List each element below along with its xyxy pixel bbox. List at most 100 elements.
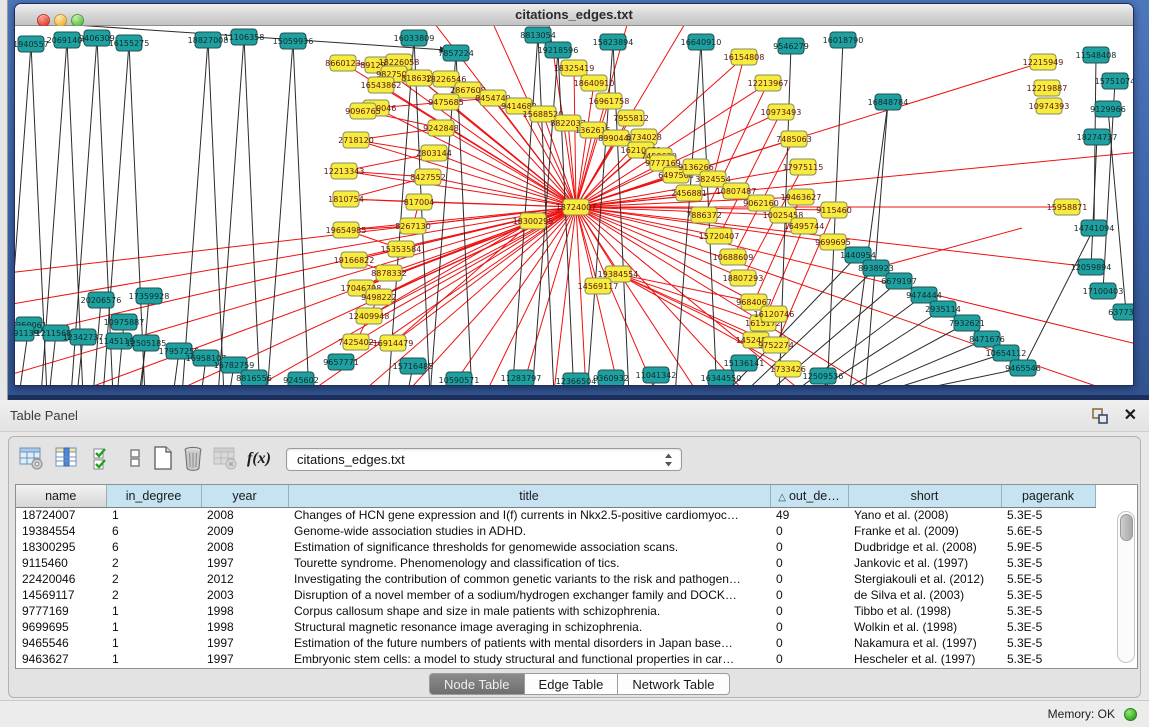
table-row[interactable]: 946362711997Embryonic stem cells: a mode… bbox=[16, 651, 1095, 667]
table-vertical-scrollbar[interactable] bbox=[1117, 511, 1135, 663]
table-cell[interactable]: 49 bbox=[770, 507, 848, 523]
table-cell[interactable]: Structural magnetic resonance image aver… bbox=[288, 619, 770, 635]
table-cell[interactable]: 6 bbox=[106, 539, 201, 555]
network-node[interactable]: 9129966 bbox=[1090, 101, 1126, 117]
table-cell[interactable]: Dudbridge et al. (2008) bbox=[848, 539, 1001, 555]
table-cell[interactable]: 0 bbox=[770, 523, 848, 539]
network-edge[interactable] bbox=[876, 228, 1022, 268]
clear-column-selection-button[interactable] bbox=[121, 445, 149, 473]
network-edge[interactable] bbox=[15, 207, 576, 290]
table-cell[interactable]: 1998 bbox=[201, 603, 288, 619]
network-node[interactable]: 10973493 bbox=[761, 104, 802, 120]
table-cell[interactable]: Wolkin et al. (1998) bbox=[848, 619, 1001, 635]
table-cell[interactable]: 5.3E-5 bbox=[1001, 587, 1095, 603]
node-table[interactable]: namein_degreeyeartitle△out_de…shortpager… bbox=[16, 485, 1096, 667]
table-row[interactable]: 946554611997Estimation of the future num… bbox=[16, 635, 1095, 651]
network-node[interactable]: 19463627 bbox=[781, 189, 822, 205]
table-cell[interactable]: 6 bbox=[106, 523, 201, 539]
table-selector[interactable]: citations_edges.txt bbox=[286, 448, 682, 471]
network-node[interactable]: 16961758 bbox=[589, 93, 630, 109]
network-node[interactable]: 9465546 bbox=[1005, 360, 1041, 376]
network-edge[interactable] bbox=[208, 40, 224, 385]
left-panel-divider[interactable] bbox=[0, 0, 8, 400]
network-node[interactable]: 2718120 bbox=[338, 132, 374, 148]
show-columns-button[interactable] bbox=[53, 445, 81, 473]
network-node[interactable]: 17975115 bbox=[783, 159, 824, 175]
tab-edge-table[interactable]: Edge Table bbox=[525, 673, 619, 695]
table-cell[interactable]: Disruption of a novel member of a sodium… bbox=[288, 587, 770, 603]
column-header-title[interactable]: title bbox=[288, 485, 770, 507]
network-node[interactable]: 11548408 bbox=[1076, 47, 1117, 63]
network-node[interactable]: 8660123 bbox=[325, 55, 361, 71]
table-cell[interactable]: 9777169 bbox=[16, 603, 106, 619]
table-cell[interactable]: 1997 bbox=[201, 651, 288, 667]
network-window-titlebar[interactable]: citations_edges.txt bbox=[15, 4, 1133, 26]
scrollbar-thumb[interactable] bbox=[1120, 514, 1133, 541]
network-edge[interactable] bbox=[852, 339, 987, 385]
network-node[interactable]: 9360932 bbox=[593, 370, 629, 385]
network-node[interactable]: 15823894 bbox=[593, 34, 634, 50]
table-cell[interactable]: 5.3E-5 bbox=[1001, 619, 1095, 635]
network-node[interactable]: 16018790 bbox=[823, 32, 864, 48]
network-node[interactable]: 18640910 bbox=[574, 75, 615, 91]
table-cell[interactable]: Nakamura et al. (1997) bbox=[848, 635, 1001, 651]
network-node[interactable]: 18827008 bbox=[188, 32, 229, 48]
table-cell[interactable]: Genome-wide association studies in ADHD. bbox=[288, 523, 770, 539]
table-cell[interactable]: 0 bbox=[770, 619, 848, 635]
close-panel-icon[interactable]: ✕ bbox=[1124, 405, 1137, 425]
network-node[interactable]: 7425402 bbox=[338, 334, 374, 350]
table-cell[interactable]: Changes of HCN gene expression and I(f) … bbox=[288, 507, 770, 523]
table-row[interactable]: 1830029562008Estimation of significance … bbox=[16, 539, 1095, 555]
network-node[interactable]: 20206576 bbox=[81, 292, 122, 308]
network-node[interactable]: 15136141 bbox=[724, 355, 765, 371]
network-node[interactable]: 9242848 bbox=[423, 120, 459, 136]
network-node[interactable]: 16154808 bbox=[724, 49, 765, 65]
network-node[interactable]: 2456881 bbox=[671, 185, 707, 201]
table-cell[interactable]: 2003 bbox=[201, 587, 288, 603]
table-cell[interactable]: 0 bbox=[770, 603, 848, 619]
table-cell[interactable]: 1997 bbox=[201, 555, 288, 571]
table-cell[interactable]: 0 bbox=[770, 651, 848, 667]
table-cell[interactable]: 1 bbox=[106, 507, 201, 523]
table-row[interactable]: 2242004622012Investigating the contribut… bbox=[16, 571, 1095, 587]
table-cell[interactable]: 14569117 bbox=[16, 587, 106, 603]
table-cell[interactable]: 2008 bbox=[201, 539, 288, 555]
network-node[interactable]: 15958871 bbox=[1047, 199, 1088, 215]
network-edge[interactable] bbox=[218, 37, 244, 385]
network-node[interactable]: 12409948 bbox=[349, 308, 390, 324]
table-cell[interactable]: Tourette syndrome. Phenomenology and cla… bbox=[288, 555, 770, 571]
network-node[interactable]: 8813054 bbox=[520, 27, 556, 43]
network-node[interactable]: 9245602 bbox=[283, 372, 319, 385]
network-edge[interactable] bbox=[244, 37, 260, 385]
table-cell[interactable]: 2 bbox=[106, 571, 201, 587]
network-node[interactable]: 7857224 bbox=[438, 45, 474, 61]
network-edge[interactable] bbox=[1023, 228, 1094, 368]
column-header-in_degree[interactable]: in_degree bbox=[106, 485, 201, 507]
network-node[interactable]: 16033809 bbox=[394, 30, 435, 46]
table-cell[interactable]: Estimation of the future numbers of pati… bbox=[288, 635, 770, 651]
table-cell[interactable]: Estimation of significance thresholds fo… bbox=[288, 539, 770, 555]
network-node[interactable]: 7886372 bbox=[686, 207, 722, 223]
network-canvas[interactable]: 1940557206914069406309161552751882700811… bbox=[15, 26, 1133, 385]
network-node[interactable]: 9498222 bbox=[361, 289, 397, 305]
table-cell[interactable]: 1 bbox=[106, 635, 201, 651]
network-node[interactable]: 6679197 bbox=[881, 273, 917, 289]
table-cell[interactable]: 0 bbox=[770, 571, 848, 587]
network-node[interactable]: 9475685 bbox=[428, 94, 464, 110]
table-cell[interactable]: 1997 bbox=[201, 635, 288, 651]
table-cell[interactable]: 9115460 bbox=[16, 555, 106, 571]
table-cell[interactable]: Franke et al. (2009) bbox=[848, 523, 1001, 539]
table-cell[interactable]: 5.3E-5 bbox=[1001, 555, 1095, 571]
network-node[interactable]: 10590571 bbox=[439, 372, 480, 385]
network-node[interactable]: 17100403 bbox=[1083, 283, 1124, 299]
select-all-columns-button[interactable] bbox=[89, 445, 117, 473]
network-node[interactable]: 9115460 bbox=[816, 202, 852, 218]
network-node[interactable]: 1940557 bbox=[15, 36, 49, 52]
network-node[interactable]: 18325419 bbox=[554, 60, 595, 76]
column-header-year[interactable]: year bbox=[201, 485, 288, 507]
network-node[interactable]: 12213343 bbox=[324, 163, 365, 179]
table-cell[interactable]: 18300295 bbox=[16, 539, 106, 555]
network-edge[interactable] bbox=[576, 207, 1133, 350]
table-cell[interactable]: Stergiakouli et al. (2012) bbox=[848, 571, 1001, 587]
network-node[interactable]: 17359928 bbox=[129, 288, 170, 304]
